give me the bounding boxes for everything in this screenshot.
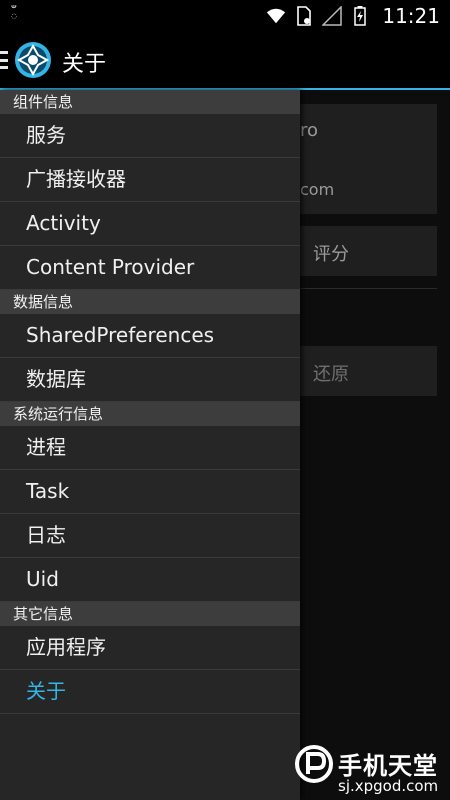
signal-icon: [322, 6, 343, 26]
app-name-text: ro: [300, 120, 319, 141]
menu-item-applications[interactable]: 应用程序: [0, 626, 300, 670]
status-bar: ఀ 11:21: [0, 0, 450, 32]
watermark-name: 手机天堂: [338, 752, 438, 780]
menu-item-task[interactable]: Task: [0, 470, 300, 514]
divider: [300, 288, 437, 289]
app-logo-icon[interactable]: [14, 41, 52, 79]
notification-icon: ఀ: [10, 7, 19, 23]
menu-item-about[interactable]: 关于: [0, 670, 300, 714]
menu-item-process[interactable]: 进程: [0, 426, 300, 470]
menu-item-activity[interactable]: Activity: [0, 202, 300, 246]
menu-item-receivers[interactable]: 广播接收器: [0, 158, 300, 202]
watermark-url: sj.xpgod.com: [338, 777, 439, 795]
section-header-system: 系统运行信息: [0, 402, 300, 426]
watermark-logo-icon: [295, 745, 333, 783]
menu-item-content-provider[interactable]: Content Provider: [0, 246, 300, 290]
app-site-text: com: [300, 180, 335, 199]
menu-item-database[interactable]: 数据库: [0, 358, 300, 402]
restore-label: 还原: [313, 364, 349, 385]
clock: 11:21: [382, 4, 440, 28]
watermark: 手机天堂 sj.xpgod.com: [290, 742, 450, 800]
section-header-components: 组件信息: [0, 90, 300, 114]
page-title: 关于: [62, 52, 107, 77]
section-header-data: 数据信息: [0, 290, 300, 314]
action-bar: 关于: [0, 32, 450, 88]
status-icons: 11:21: [266, 4, 440, 28]
menu-icon[interactable]: [0, 51, 8, 69]
rate-label: 评分: [313, 244, 349, 265]
sim-icon: [294, 6, 314, 26]
menu-item-log[interactable]: 日志: [0, 514, 300, 558]
menu-item-uid[interactable]: Uid: [0, 558, 300, 602]
navigation-drawer: 组件信息 服务 广播接收器 Activity Content Provider …: [0, 90, 300, 800]
battery-icon: [350, 6, 370, 26]
wifi-icon: [266, 6, 286, 26]
section-header-other: 其它信息: [0, 602, 300, 626]
menu-item-shared-preferences[interactable]: SharedPreferences: [0, 314, 300, 358]
menu-item-services[interactable]: 服务: [0, 114, 300, 158]
